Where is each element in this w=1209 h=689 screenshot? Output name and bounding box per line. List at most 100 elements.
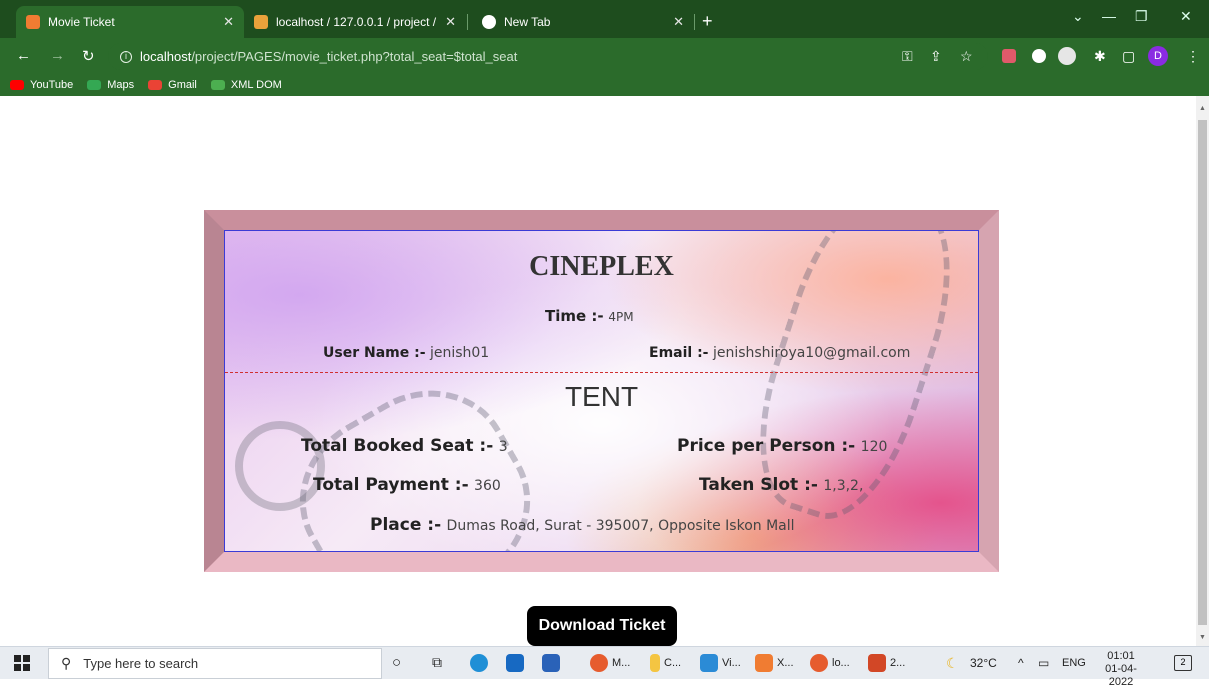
bookmark-gmail[interactable]: Gmail: [148, 79, 197, 91]
new-tab-button[interactable]: +: [702, 11, 713, 32]
email-row: Email :- jenishshiroya10@gmail.com: [649, 345, 910, 361]
chrome-icon: [590, 654, 608, 672]
user-name-label: User Name :-: [323, 345, 426, 361]
profile-avatar[interactable]: D: [1148, 46, 1168, 66]
address-bar[interactable]: i localhost/project/PAGES/movie_ticket.p…: [108, 43, 988, 70]
bookmark-youtube[interactable]: YouTube: [10, 79, 73, 91]
scroll-up-arrow-icon[interactable]: ▲: [1199, 105, 1206, 112]
taken-slot-value: 1,3,2,: [823, 478, 864, 494]
password-key-icon[interactable]: ⚿: [902, 48, 913, 65]
close-icon[interactable]: ✕: [673, 14, 684, 30]
site-info-icon[interactable]: i: [120, 50, 132, 63]
windows-start-icon[interactable]: [14, 655, 30, 671]
scroll-down-arrow-icon[interactable]: ▼: [1199, 634, 1206, 641]
taskbar-app-powerpoint[interactable]: 2...: [868, 654, 905, 672]
clock-time: 01:01: [1107, 650, 1135, 662]
vscode-icon: [700, 654, 718, 672]
taskbar-app-xampp[interactable]: X...: [755, 654, 794, 672]
battery-icon[interactable]: ▭: [1038, 656, 1049, 670]
mail-icon: [506, 654, 524, 672]
tab-phpmyadmin[interactable]: localhost / 127.0.0.1 / project / re ✕: [244, 6, 466, 38]
restore-icon[interactable]: ❐: [1135, 8, 1148, 25]
task-view-icon[interactable]: ⧉: [432, 654, 442, 671]
close-icon[interactable]: ✕: [223, 14, 234, 30]
price-value: 120: [860, 439, 888, 455]
tab-new-tab[interactable]: New Tab ✕: [472, 6, 694, 38]
taskbar-app-label: lo...: [832, 657, 850, 669]
puzzle-extensions-icon[interactable]: ✱: [1094, 48, 1106, 65]
language-indicator[interactable]: ENG: [1062, 657, 1086, 669]
weather-temp[interactable]: 32°C: [970, 656, 997, 670]
tab-separator: [694, 14, 695, 30]
tab-movie-ticket[interactable]: Movie Ticket ✕: [16, 6, 244, 38]
price-row: Price per Person :- 120: [677, 436, 887, 456]
url-host: localhost: [140, 49, 192, 64]
tab-title: localhost / 127.0.0.1 / project / re: [276, 15, 440, 29]
bookmark-label: YouTube: [30, 79, 74, 91]
bookmark-xml-dom[interactable]: XML DOM: [210, 79, 282, 91]
windows-taskbar: ⚲ Type here to search ○ ⧉ M... C... Vi..…: [0, 646, 1209, 688]
user-name-value: jenish01: [429, 345, 490, 361]
taskbar-search-input[interactable]: ⚲ Type here to search: [48, 648, 382, 679]
extension-pocket-icon[interactable]: [1002, 49, 1016, 63]
taken-slot-label: Taken Slot :-: [699, 475, 818, 495]
download-ticket-button[interactable]: Download Ticket: [527, 606, 677, 646]
clock-date: 01-04-2022: [1105, 663, 1137, 688]
extension-icon[interactable]: [1032, 49, 1046, 63]
reload-icon[interactable]: ↻: [82, 47, 95, 65]
slot-row: Taken Slot :- 1,3,2,: [699, 475, 863, 495]
browser-tab-strip: Movie Ticket ✕ localhost / 127.0.0.1 / p…: [0, 0, 1209, 38]
movie-ticket: CINEPLEX Time :- 4PM User Name :- jenish…: [224, 230, 979, 552]
tray-chevron-up-icon[interactable]: ^: [1018, 656, 1024, 670]
phpmyadmin-icon: [254, 15, 268, 29]
place-label: Place :-: [370, 515, 442, 535]
bookmark-maps[interactable]: Maps: [87, 79, 134, 91]
total-seat-label: Total Booked Seat :-: [301, 436, 494, 456]
taskbar-app-vscode[interactable]: Vi...: [700, 654, 741, 672]
edge-app[interactable]: [470, 654, 492, 672]
side-panel-icon[interactable]: ▢: [1122, 48, 1135, 65]
seat-row: Total Booked Seat :- 3: [301, 436, 508, 456]
cortana-icon[interactable]: ○: [392, 654, 401, 671]
store-app[interactable]: [542, 654, 564, 672]
tab-title: New Tab: [504, 15, 551, 29]
taskbar-app-chrome-local[interactable]: lo...: [810, 654, 850, 672]
taskbar-app-label: C...: [664, 657, 682, 669]
window-close-icon[interactable]: ✕: [1180, 8, 1192, 25]
folder-icon: [650, 654, 660, 672]
cinema-name: CINEPLEX: [529, 251, 674, 282]
time-value: 4PM: [608, 310, 634, 324]
chrome-icon: [810, 654, 828, 672]
extension-circle-icon[interactable]: [1058, 47, 1076, 65]
email-label: Email :-: [649, 345, 709, 361]
taskbar-app-chrome[interactable]: M...: [590, 654, 630, 672]
tab-title: Movie Ticket: [48, 15, 115, 29]
time-row: Time :- 4PM: [545, 307, 634, 325]
store-icon: [542, 654, 560, 672]
time-label: Time :-: [545, 307, 604, 325]
bookmark-star-icon[interactable]: ☆: [960, 48, 973, 65]
menu-kebab-icon[interactable]: ⋮: [1186, 48, 1200, 65]
tab-separator: [467, 14, 468, 30]
ticket-divider: [225, 372, 978, 373]
taskbar-app-label: X...: [777, 657, 794, 669]
close-icon[interactable]: ✕: [445, 14, 456, 30]
weather-moon-icon[interactable]: ☾: [946, 655, 959, 672]
taskbar-clock[interactable]: 01:01 01-04-2022: [1093, 650, 1149, 689]
ticket-frame: CINEPLEX Time :- 4PM User Name :- jenish…: [204, 210, 999, 572]
forward-icon[interactable]: →: [50, 47, 65, 64]
movie-title: TENT: [564, 381, 639, 412]
total-seat-value: 3: [498, 439, 508, 455]
scrollbar-thumb[interactable]: [1198, 120, 1207, 625]
total-payment-label: Total Payment :-: [313, 475, 469, 495]
tab-search-icon[interactable]: ⌄: [1072, 8, 1084, 25]
gmail-icon: [148, 80, 163, 90]
bookmarks-bar: YouTube Maps Gmail XML DOM: [0, 74, 1209, 96]
share-icon[interactable]: ⇪: [930, 48, 942, 65]
mail-app[interactable]: [506, 654, 528, 672]
taskbar-app-explorer[interactable]: C...: [650, 654, 681, 672]
payment-row: Total Payment :- 360: [313, 475, 501, 495]
notification-center-icon[interactable]: 2: [1174, 655, 1192, 671]
back-icon[interactable]: ←: [16, 47, 31, 64]
minimize-icon[interactable]: —: [1102, 8, 1116, 24]
